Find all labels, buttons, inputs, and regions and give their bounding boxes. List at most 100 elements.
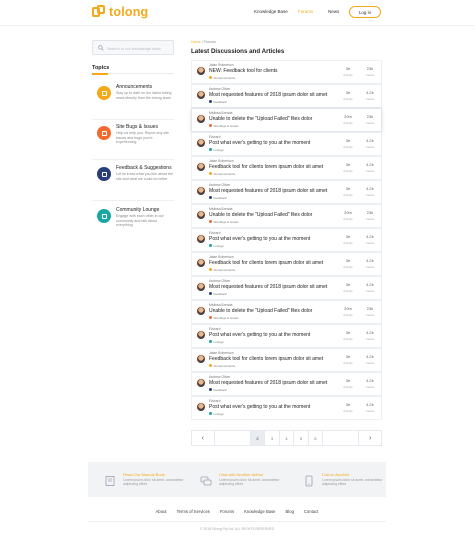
tag-dot-icon	[209, 292, 212, 295]
row-title[interactable]: Most requested features of 2018 ipsum do…	[209, 380, 327, 386]
topic-4[interactable]: Community Lounge Engage with each other i…	[92, 207, 174, 241]
row-views: 4.2k Views	[360, 162, 380, 173]
discussion-row[interactable]: Melissa Brenda Unable to delete the "Uplo…	[191, 108, 382, 132]
row-tag[interactable]: Announcements	[209, 268, 235, 272]
row-views-value: 4.2k	[366, 378, 374, 383]
top-header: tolong Knowledge Base Forums News Log in	[0, 0, 474, 26]
avatar	[197, 355, 205, 363]
row-tag[interactable]: Feedback	[209, 100, 227, 104]
search-input[interactable]: Search in our knowledge base	[92, 40, 174, 55]
row-title[interactable]: Most requested features of 2018 ipsum do…	[209, 188, 327, 194]
logo[interactable]: tolong	[92, 5, 148, 19]
row-views-label: Views	[366, 96, 374, 101]
row-title[interactable]: Feedback tool for clients lorem ipsum do…	[209, 164, 323, 170]
row-tag-label: Lounge	[213, 339, 224, 344]
row-title[interactable]: Post what ever's getting to you at the m…	[209, 404, 310, 410]
topic-1[interactable]: Announcements Stay up to date on the late…	[92, 84, 174, 118]
tag-dot-icon	[209, 340, 212, 343]
pagination-page-3[interactable]: 3	[265, 431, 280, 445]
tag-dot-icon	[209, 172, 212, 175]
row-tag[interactable]: Lounge	[209, 412, 224, 416]
footer-link-blog[interactable]: Blog	[286, 509, 294, 514]
footer-link-forums[interactable]: Forums	[220, 509, 234, 514]
discussion-row[interactable]: Andrew Oliver Most requested features of …	[191, 372, 382, 396]
row-views-value: 4.2k	[366, 258, 374, 263]
row-views-label: Views	[366, 216, 374, 221]
row-title[interactable]: Post what ever's getting to you at the m…	[209, 236, 310, 242]
nav-knowledge-base[interactable]: Knowledge Base	[254, 9, 288, 14]
row-tag[interactable]: Announcements	[209, 172, 235, 176]
row-views-label: Views	[366, 408, 374, 413]
discussion-row[interactable]: Jalan Robertson NEW: Feedback tool for cl…	[191, 60, 382, 84]
row-tag[interactable]: Lounge	[209, 340, 224, 344]
row-activity-value: 3h	[345, 186, 351, 191]
topics-underline	[92, 72, 174, 75]
footer-link-about[interactable]: About	[156, 509, 167, 514]
row-title[interactable]: NEW: Feedback tool for clients	[209, 68, 278, 74]
discussion-row[interactable]: Edward Post what ever's getting to you at…	[191, 324, 382, 348]
row-title[interactable]: Feedback tool for clients lorem ipsum do…	[209, 356, 323, 362]
row-title[interactable]: Unable to delete the "Upload Failed" fil…	[209, 308, 312, 314]
row-tag[interactable]: Lounge	[209, 148, 224, 152]
row-title[interactable]: Feedback tool for clients lorem ipsum do…	[209, 260, 323, 266]
row-title[interactable]: Unable to delete the "Upload Failed" fil…	[209, 212, 312, 218]
footer-link-knowledge-base[interactable]: Knowledge Base	[244, 509, 275, 514]
row-title[interactable]: Most requested features of 2018 ipsum do…	[209, 92, 327, 98]
discussion-row[interactable]: Jalan Robertson Feedback tool for clients…	[191, 252, 382, 276]
row-views-label: Views	[366, 168, 374, 173]
row-title[interactable]: Unable to delete the "Upload Failed" fil…	[209, 116, 312, 122]
row-title[interactable]: Most requested features of 2018 ipsum do…	[209, 284, 327, 290]
row-activity-value: 3h	[345, 234, 351, 239]
discussion-row[interactable]: Edward Post what ever's getting to you at…	[191, 228, 382, 252]
row-tag-label: Lounge	[213, 147, 224, 152]
tag-dot-icon	[209, 316, 212, 319]
discussion-row[interactable]: Edward Post what ever's getting to you at…	[191, 396, 382, 420]
help-item-title: Chat with Another Author	[219, 472, 264, 477]
row-tag[interactable]: Feedback	[209, 388, 227, 392]
row-tag[interactable]: Site Bugs & Issues	[209, 316, 239, 320]
login-button[interactable]: Log in	[349, 6, 381, 18]
discussion-row[interactable]: Andrew Oliver Most requested features of …	[191, 276, 382, 300]
page-title: Latest Discussions and Articles	[191, 48, 285, 55]
row-tag[interactable]: Site Bugs & Issues	[209, 220, 239, 224]
pagination-next-button[interactable]: ›	[359, 431, 381, 445]
pagination-page-4[interactable]: 4	[280, 431, 295, 445]
row-tag[interactable]: Site Bugs & Issues	[209, 124, 239, 128]
pagination-page-6[interactable]: 6	[309, 431, 324, 445]
nav-news[interactable]: News	[328, 9, 339, 14]
row-activity: 20m Activity	[338, 306, 358, 317]
discussion-row[interactable]: Melissa Brenda Unable to delete the "Uplo…	[191, 204, 382, 228]
discussion-row[interactable]: Melissa Brenda Unable to delete the "Uplo…	[191, 300, 382, 324]
topic-2[interactable]: Site Bugs & Issues Help us help you. Repo…	[92, 124, 174, 158]
discussion-row[interactable]: Andrew Oliver Most requested features of …	[191, 180, 382, 204]
nav-forums[interactable]: Forums	[298, 9, 313, 14]
row-tag[interactable]: Feedback	[209, 292, 227, 296]
avatar	[197, 403, 205, 411]
row-title[interactable]: Post what ever's getting to you at the m…	[209, 140, 310, 146]
row-tag[interactable]: Announcements	[209, 364, 235, 368]
row-tag-label: Announcements	[213, 75, 236, 80]
row-views-value: 23k	[366, 114, 374, 119]
topic-3[interactable]: Feedback & Suggestions Let us know what y…	[92, 165, 174, 199]
topics-heading: Topics	[92, 65, 110, 71]
discussion-row[interactable]: Jalan Robertson Feedback tool for clients…	[191, 156, 382, 180]
discussion-row[interactable]: Jalan Robertson Feedback tool for clients…	[191, 348, 382, 372]
topic-desc: Help us help you. Report any site issues…	[116, 131, 169, 145]
row-tag[interactable]: Lounge	[209, 244, 224, 248]
row-tag-label: Site Bugs & Issues	[213, 219, 239, 224]
row-author: Edward	[209, 399, 221, 403]
footer-link-contact[interactable]: Contact	[304, 509, 318, 514]
pagination-prev-button[interactable]: ‹	[192, 431, 215, 445]
row-tag[interactable]: Feedback	[209, 196, 227, 200]
row-activity-value: 3h	[345, 402, 351, 407]
discussion-row[interactable]: Andrew Oliver Most requested features of …	[191, 84, 382, 108]
footer-link-terms-of-services[interactable]: Terms of Services	[177, 509, 210, 514]
row-tag[interactable]: Announcements	[209, 76, 235, 80]
pagination-page-5[interactable]: 5	[294, 431, 309, 445]
row-title[interactable]: Post what ever's getting to you at the m…	[209, 332, 310, 338]
pagination-page-2[interactable]: 2	[250, 431, 266, 445]
breadcrumb-home[interactable]: Home	[191, 40, 201, 44]
row-author: Andrew Oliver	[209, 375, 231, 379]
tag-dot-icon	[209, 220, 212, 223]
discussion-row[interactable]: Edward Post what ever's getting to you at…	[191, 132, 382, 156]
